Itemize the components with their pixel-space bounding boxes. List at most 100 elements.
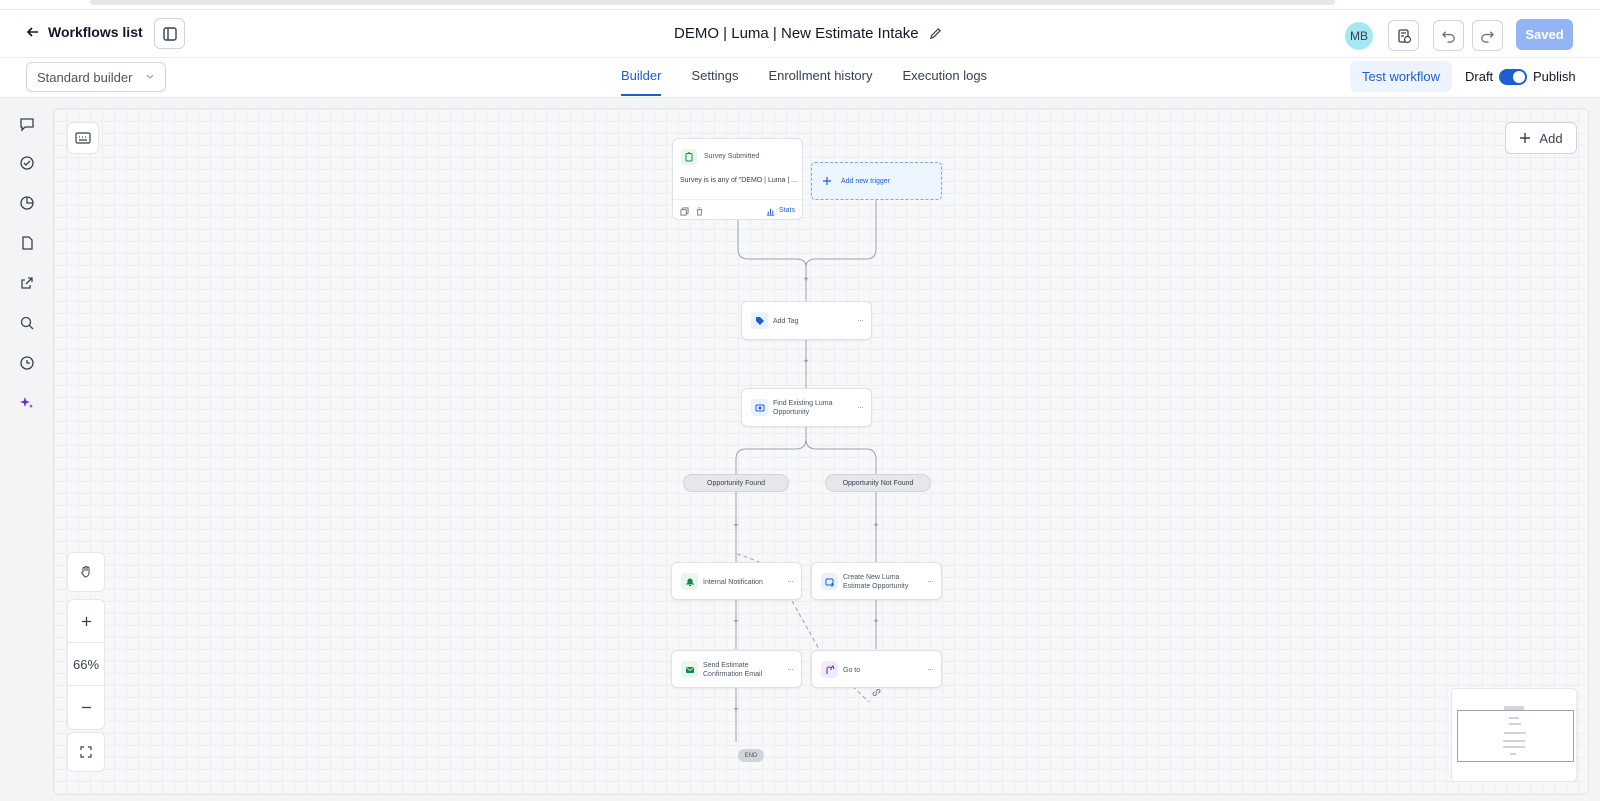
toggle-sidebar-button[interactable] [154,18,185,49]
node-add-tag[interactable]: Add Tag ··· [741,301,872,340]
node-label: Create New Luma Estimate Opportunity [843,574,909,590]
copy-icon[interactable] [680,207,689,216]
branch-opportunity-found[interactable]: Opportunity Found [683,474,789,492]
search-icon[interactable] [17,313,37,333]
minimap-node [1510,753,1516,755]
pencil-icon[interactable] [929,27,942,40]
redo-button[interactable] [1472,20,1503,51]
plus-icon [823,177,831,185]
expand-icon [80,746,92,758]
minus-icon [81,706,91,709]
add-step-plus[interactable]: + [801,356,811,366]
publish-toggle[interactable] [1499,69,1527,85]
node-label: Add Tag [773,317,799,325]
workflow-tabs: Builder Settings Enrollment history Exec… [621,58,987,98]
more-icon[interactable]: ··· [927,576,934,586]
minimap-node [1503,746,1525,748]
builder-mode-value: Standard builder [37,69,133,85]
plus-icon [81,616,91,626]
pie-chart-icon[interactable] [17,193,37,213]
document-icon[interactable] [17,233,37,253]
add-step-plus[interactable]: + [871,520,881,530]
workflow-canvas[interactable]: Add Survey Submitted Survey is is any of… [53,108,1589,795]
document-clock-icon [1397,28,1411,43]
trigger-card[interactable]: Survey Submitted Survey is is any of "DE… [672,138,803,220]
builder-mode-select[interactable]: Standard builder [26,62,166,92]
clipboard-icon [681,149,697,165]
node-go-to[interactable]: Go to ··· [811,650,942,688]
add-step-plus[interactable]: + [871,616,881,626]
external-link-icon[interactable] [17,273,37,293]
user-avatar[interactable]: MB [1345,22,1373,50]
create-record-icon [821,573,838,590]
node-label: Find Existing Luma Opportunity [773,400,833,416]
envelope-icon [681,661,698,678]
node-send-email[interactable]: Send Estimate Confirmation Email ··· [671,650,802,688]
left-rail [0,98,53,801]
trash-icon[interactable] [695,207,704,216]
workflows-list-back-link[interactable]: Workflows list [26,24,143,40]
more-icon[interactable]: ··· [857,402,864,412]
publish-label: Publish [1533,69,1576,84]
fit-view-box [67,732,105,772]
tab-enrollment-history[interactable]: Enrollment history [768,58,872,98]
fit-to-screen-button[interactable] [68,733,104,771]
add-step-plus[interactable]: + [731,520,741,530]
add-new-trigger-button[interactable]: Add new trigger [811,162,942,200]
more-icon[interactable]: ··· [787,664,794,674]
zoom-controls: 66% [67,599,105,730]
zoom-out-button[interactable] [68,686,104,729]
stats-link[interactable]: Stats [779,207,795,214]
end-marker: END [738,749,764,762]
trigger-condition: Survey is is any of "DEMO | Luma | ... [680,177,797,184]
node-label: Internal Notification [703,578,763,586]
workflow-title: DEMO | Luma | New Estimate Intake [674,25,942,42]
node-find-opportunity[interactable]: Find Existing Luma Opportunity ··· [741,388,872,427]
bar-chart-icon [766,208,775,216]
more-icon[interactable]: ··· [857,315,864,325]
chat-icon[interactable] [17,114,37,134]
link-icon[interactable] [871,687,882,698]
add-step-plus[interactable]: + [731,704,741,714]
flow-connectors [735,199,877,742]
branch-opportunity-not-found[interactable]: Opportunity Not Found [825,474,931,492]
add-step-plus[interactable]: + [731,616,741,626]
sparkle-icon[interactable] [17,393,37,413]
undo-icon [1441,31,1455,43]
canvas-minimap[interactable] [1451,688,1577,782]
chevron-down-icon [146,74,154,79]
pan-hand-button[interactable] [68,553,104,591]
hand-icon [81,566,90,578]
minimap-node [1503,740,1525,742]
go-to-icon [821,661,838,678]
sidebar-panel-icon [162,26,177,41]
test-workflow-button[interactable]: Test workflow [1350,61,1452,92]
more-icon[interactable]: ··· [787,576,794,586]
trigger-title: Survey Submitted [704,153,760,160]
top-header: Workflows list DEMO | Luma | New Estimat… [0,10,1600,58]
node-internal-notification[interactable]: Internal Notification ··· [671,562,802,600]
bell-icon [681,573,698,590]
check-circle-icon[interactable] [17,153,37,173]
minimap-node [1504,732,1526,734]
version-history-button[interactable] [1388,20,1419,51]
undo-button[interactable] [1433,20,1464,51]
workflow-title-text: DEMO | Luma | New Estimate Intake [674,25,919,42]
zoom-in-button[interactable] [68,600,104,643]
more-icon[interactable]: ··· [927,664,934,674]
redo-icon [1481,31,1495,43]
pan-tool-box [67,552,105,592]
add-step-plus[interactable]: + [801,274,811,284]
tab-execution-logs[interactable]: Execution logs [903,58,988,98]
sub-toolbar: Standard builder Builder Settings Enroll… [0,58,1600,98]
minimap-node [1509,723,1521,725]
node-label: Send Estimate Confirmation Email [703,662,763,678]
tab-settings[interactable]: Settings [691,58,738,98]
node-create-opportunity[interactable]: Create New Luma Estimate Opportunity ··· [811,562,942,600]
zoom-level: 66% [68,643,104,686]
back-label: Workflows list [48,24,143,40]
tab-builder[interactable]: Builder [621,58,662,98]
saved-button[interactable]: Saved [1516,19,1573,50]
add-trigger-label: Add new trigger [841,177,891,185]
history-icon[interactable] [17,353,37,373]
